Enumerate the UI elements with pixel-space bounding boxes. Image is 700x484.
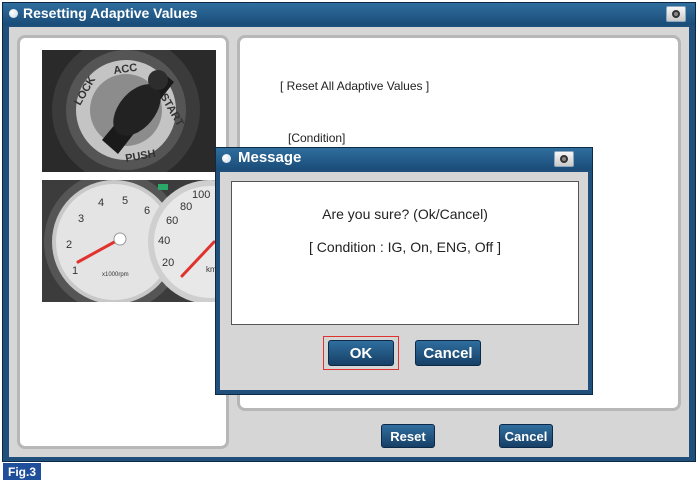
- ok-button[interactable]: OK: [328, 340, 394, 366]
- message-dialog: Message Are you sure? (Ok/Cancel) [ Cond…: [215, 147, 593, 395]
- speed-tick-label: 20: [162, 257, 174, 269]
- speed-tick-label: 60: [166, 215, 178, 227]
- cancel-button[interactable]: Cancel: [499, 424, 553, 448]
- camera-icon[interactable]: [554, 151, 574, 167]
- tach-tick-label: 4: [98, 197, 104, 209]
- tach-tick-label: 5: [122, 195, 128, 207]
- gauge-cluster-image: 1 2 3 4 5 6 x1000rpm 20 40 60 80 100 km/…: [42, 180, 216, 302]
- panel-heading: [ Reset All Adaptive Values ]: [280, 79, 430, 93]
- reset-button[interactable]: Reset: [381, 424, 435, 448]
- speed-tick-label: 40: [158, 235, 170, 247]
- window-menu-icon[interactable]: [9, 9, 18, 18]
- dialog-cancel-button[interactable]: Cancel: [415, 340, 481, 366]
- dialog-titlebar: Message: [216, 148, 592, 170]
- camera-icon[interactable]: [666, 6, 686, 22]
- message-line-1: Are you sure? (Ok/Cancel): [322, 206, 488, 222]
- dialog-title: Message: [238, 149, 302, 166]
- tach-tick-label: 2: [66, 239, 72, 251]
- dialog-body: Are you sure? (Ok/Cancel) [ Condition : …: [220, 172, 588, 390]
- message-line-2: [ Condition : IG, On, ENG, Off ]: [309, 239, 501, 255]
- tach-tick-label: 1: [72, 265, 78, 277]
- dialog-menu-icon[interactable]: [222, 154, 231, 163]
- tach-tick-label: 6: [144, 205, 150, 217]
- tach-tick-label: 3: [78, 213, 84, 225]
- speed-tick-label: 80: [180, 201, 192, 213]
- condition-label: [Condition]: [288, 131, 346, 145]
- message-box: Are you sure? (Ok/Cancel) [ Condition : …: [231, 181, 579, 325]
- figure-label: Fig.3: [3, 463, 41, 480]
- image-panel: LOCK ACC START PUSH 1 2 3 4 5 6 x1000rpm…: [17, 35, 229, 449]
- window-title: Resetting Adaptive Values: [23, 5, 198, 21]
- speed-tick-label: 100: [192, 189, 210, 201]
- window-titlebar: Resetting Adaptive Values: [3, 3, 695, 25]
- tach-unit-label: x1000rpm: [102, 272, 129, 278]
- ignition-switch-image: LOCK ACC START PUSH: [42, 50, 216, 172]
